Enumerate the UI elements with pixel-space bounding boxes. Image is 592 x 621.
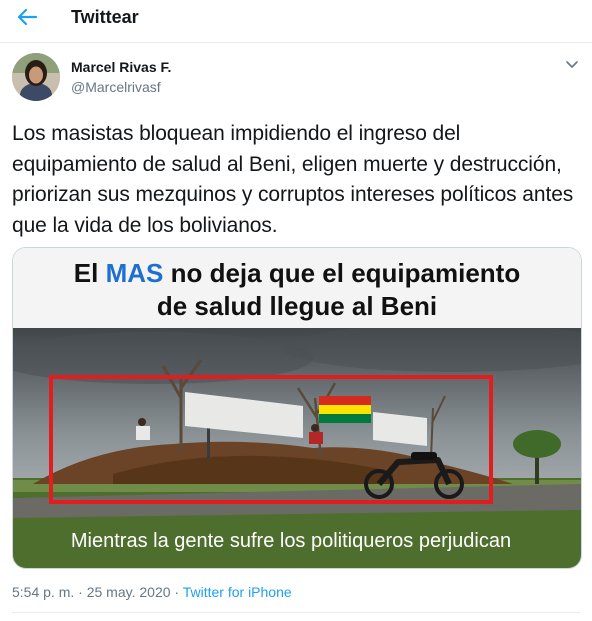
user-name[interactable]: Marcel Rivas F.	[71, 59, 171, 75]
divider	[12, 612, 580, 613]
chevron-down-icon	[566, 61, 578, 68]
tweet-text: Los masistas bloquean impidiendo el ingr…	[12, 122, 574, 237]
tweet-date[interactable]: 25 may. 2020	[87, 584, 171, 600]
tweet-meta: 5:54 p. m. · 25 may. 2020 · Twitter for …	[12, 584, 292, 600]
meta-separator: ·	[170, 584, 183, 600]
arrow-left-icon	[17, 8, 38, 26]
tweet-source-link[interactable]: Twitter for iPhone	[183, 584, 292, 600]
page-title: Twittear	[71, 7, 139, 27]
tweet-time[interactable]: 5:54 p. m.	[12, 584, 74, 600]
image-headline-line2: de salud llegue al Beni	[157, 291, 437, 321]
image-headline-line1: El MAS no deja que el equipamiento	[74, 258, 520, 288]
top-bar: Twittear	[0, 0, 592, 43]
tweet-options-button[interactable]	[564, 58, 580, 72]
back-button[interactable]	[14, 5, 42, 29]
meta-separator: ·	[74, 584, 87, 600]
tweet-image[interactable]: El MAS no deja que el equipamiento de sa…	[12, 247, 582, 569]
image-caption: Mientras la gente sufre los politiqueros…	[71, 530, 511, 552]
image-headline-highlight: MAS	[106, 258, 164, 288]
avatar[interactable]	[12, 53, 60, 101]
user-handle[interactable]: @Marcelrivasf	[71, 79, 161, 95]
